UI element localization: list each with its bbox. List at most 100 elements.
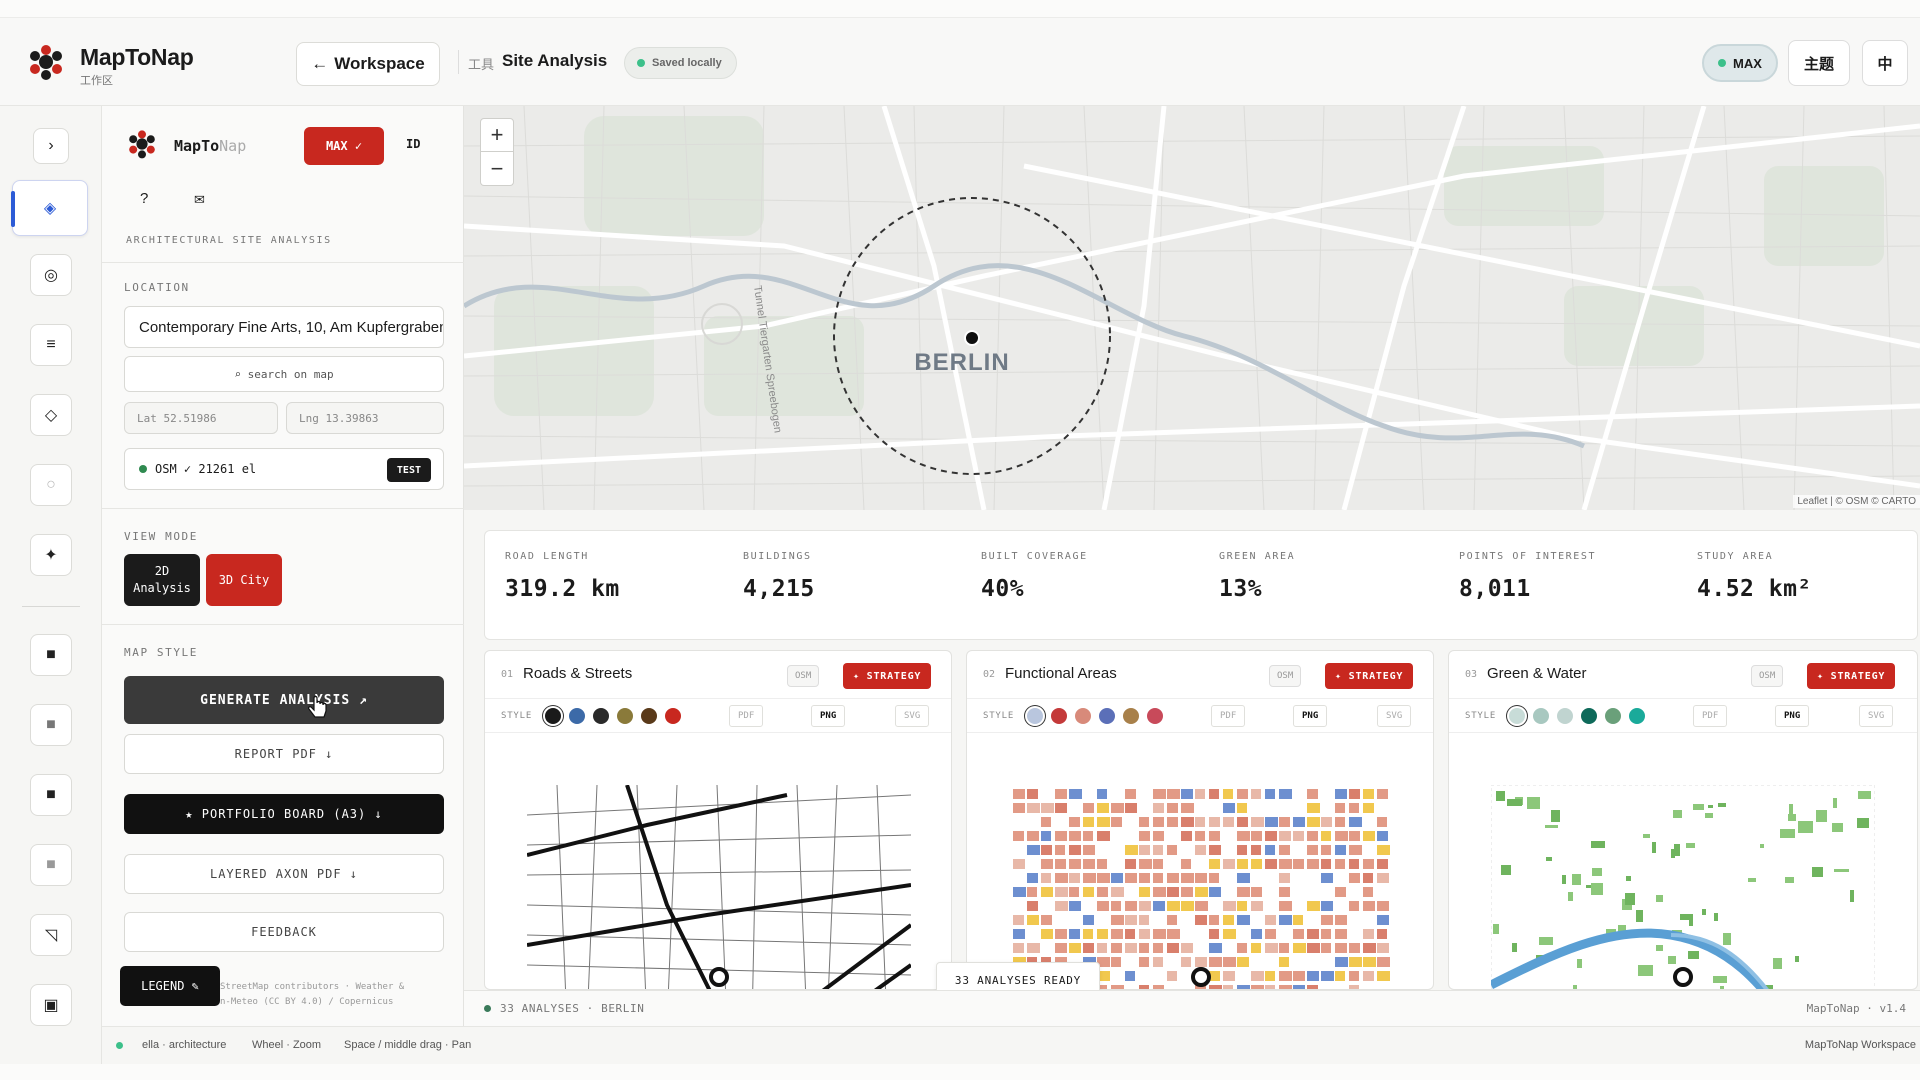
mail-icon[interactable]: ✉ [194,192,205,208]
latitude-field[interactable]: Lat 52.51986 [124,402,278,434]
style-swatch[interactable] [665,708,681,724]
mode-3d-city-button[interactable]: 3D City [206,554,282,606]
legend-button[interactable]: LEGEND ✎ [120,966,220,1006]
style-swatch[interactable] [1027,708,1043,724]
id-button[interactable]: ID [406,137,420,151]
style-swatch[interactable] [641,708,657,724]
export-png-button[interactable]: PNG [1293,705,1328,727]
building-block [1237,831,1250,841]
building-block [1363,971,1374,981]
style-swatch[interactable] [1533,708,1549,724]
building-block [1377,845,1390,855]
building-block [1125,845,1138,855]
style-swatch[interactable] [1629,708,1645,724]
building-block [1209,817,1220,827]
rail-frame-tool[interactable]: ▣ [30,984,72,1026]
portfolio-board-button[interactable]: ★ PORTFOLIO BOARD (A3) ↓ [124,794,444,834]
layered-axon-pdf-button[interactable]: LAYERED AXON PDF ↓ [124,854,444,894]
style-swatch[interactable] [1099,708,1115,724]
back-to-workspace-button[interactable]: ← Workspace [296,42,440,86]
zoom-out-button[interactable]: − [480,152,514,186]
export-svg-button[interactable]: SVG [895,705,930,727]
green-patch [1527,797,1540,809]
rail-panel-3[interactable]: ■ [30,774,72,816]
style-swatch[interactable] [1075,708,1091,724]
card-header: 03 Green & Water OSM ✦ STRATEGY [1449,651,1917,699]
functional-areas-preview-thumbnail[interactable] [1009,785,1393,990]
style-swatch[interactable] [1605,708,1621,724]
search-on-map-button[interactable]: ⌕ search on map [124,356,444,392]
credits-line: n-Meteo (CC BY 4.0) / Copernicus [220,997,394,1007]
building-block [1125,789,1136,799]
feedback-button[interactable]: FEEDBACK [124,912,444,952]
test-button[interactable]: TEST [386,458,431,482]
style-swatch[interactable] [569,708,585,724]
export-png-button[interactable]: PNG [811,705,846,727]
style-swatch[interactable] [545,708,561,724]
rail-panel-2[interactable]: ■ [30,704,72,746]
export-pdf-button[interactable]: PDF [1693,705,1728,727]
building-block [1321,831,1331,841]
strategy-button[interactable]: ✦ STRATEGY [1807,663,1896,689]
brand-subtitle: 工作区 [80,75,113,87]
building-block [1209,943,1222,953]
divider [102,262,464,263]
zoom-in-button[interactable]: + [480,118,514,152]
report-pdf-button[interactable]: REPORT PDF ↓ [124,734,444,774]
building-block [1195,789,1205,799]
rail-panel-1[interactable]: ■ [30,634,72,676]
map-attribution[interactable]: Leaflet | © OSM © CARTO [1793,495,1920,508]
export-pdf-button[interactable]: PDF [1211,705,1246,727]
roads-preview-thumbnail[interactable] [527,785,911,990]
style-swatch[interactable] [1051,708,1067,724]
site-map[interactable]: Tunnel Tiergarten Spreebogen BERLIN + − … [464,106,1920,510]
rail-spark-tool[interactable]: ✦ [30,534,72,576]
green-patch [1493,924,1499,934]
export-pdf-button[interactable]: PDF [729,705,764,727]
export-png-button[interactable]: PNG [1775,705,1810,727]
location-label: LOCATION [124,281,190,294]
breadcrumb-tool: 工具 [468,57,495,72]
plan-max-badge[interactable]: MAX [1702,44,1778,82]
rail-point-tool[interactable]: ○ [30,464,72,506]
language-button[interactable]: 中 [1862,40,1908,86]
style-swatch[interactable] [1557,708,1573,724]
generate-analysis-button[interactable]: GENERATE ANALYSIS ↗ [124,676,444,724]
strategy-button[interactable]: ✦ STRATEGY [1325,663,1414,689]
rail-corner-tool[interactable]: ◹ [30,914,72,956]
longitude-field[interactable]: Lng 13.39863 [286,402,444,434]
strategy-button[interactable]: ✦ STRATEGY [843,663,932,689]
building-block [1125,943,1137,953]
help-icon[interactable]: ? [140,190,148,207]
saved-status-badge: Saved locally [624,47,737,79]
site-marker-icon[interactable] [964,330,980,346]
green-patch [1652,842,1656,853]
expand-rail-button[interactable]: › [33,128,69,164]
max-plan-button[interactable]: MAX ✓ [304,127,384,165]
style-swatch[interactable] [1581,708,1597,724]
building-block [1349,901,1359,911]
building-block [1069,817,1080,827]
building-block [1181,887,1193,897]
rail-shape-tool[interactable]: ◇ [30,394,72,436]
analysis-card-functional: 02 Functional Areas OSM ✦ STRATEGY STYLE… [966,650,1434,990]
export-svg-button[interactable]: SVG [1859,705,1894,727]
theme-button[interactable]: 主题 [1788,40,1850,86]
style-swatch[interactable] [1147,708,1163,724]
export-svg-button[interactable]: SVG [1377,705,1412,727]
building-block [1055,831,1067,841]
rail-layers-tool[interactable]: ≡ [30,324,72,366]
style-swatch[interactable] [617,708,633,724]
style-swatch[interactable] [593,708,609,724]
style-swatch[interactable] [1509,708,1525,724]
rail-radius-tool[interactable]: ◎ [30,254,72,296]
style-swatch[interactable] [1123,708,1139,724]
mode-2d-analysis-button[interactable]: 2D Analysis [124,554,200,606]
rail-panel-4[interactable]: ■ [30,844,72,886]
map-canvas[interactable]: Tunnel Tiergarten Spreebogen BERLIN [464,106,1920,510]
green-water-preview-thumbnail[interactable] [1491,785,1875,990]
location-input[interactable]: Contemporary Fine Arts, 10, Am Kupfergra… [124,306,444,348]
building-block [1251,789,1261,799]
building-block [1279,915,1292,925]
rail-site-analysis[interactable]: ◈ [11,180,88,236]
